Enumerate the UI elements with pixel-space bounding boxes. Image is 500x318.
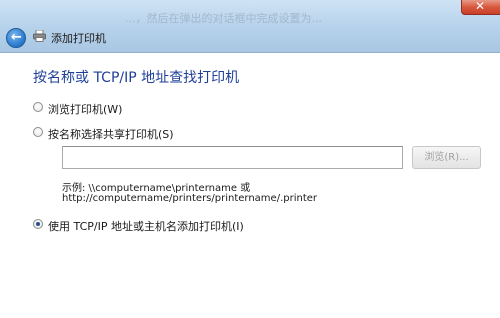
browse-printer-label[interactable]: 浏览打印机(W): [48, 101, 122, 117]
wizard-content: 按名称或 TCP/IP 地址查找打印机 浏览打印机(W) 按名称选择共享打印机(…: [0, 53, 500, 318]
title-bar: ...，然后在弹出的对话框中完成设置为... ✕ ← 添加打印机: [0, 0, 500, 53]
example-text-line2: http://computername/printers/printername…: [62, 193, 318, 204]
close-icon: ✕: [475, 0, 486, 13]
back-button[interactable]: ←: [6, 28, 26, 48]
close-button[interactable]: ✕: [461, 0, 500, 15]
shared-printer-name-input[interactable]: [62, 146, 403, 169]
printer-icon: [33, 30, 46, 42]
shared-printer-label[interactable]: 按名称选择共享打印机(S): [48, 126, 174, 142]
example-text-line1: 示例: \\computername\printername 或: [62, 183, 251, 194]
tcpip-label[interactable]: 使用 TCP/IP 地址或主机名添加打印机(I): [48, 218, 244, 234]
page-heading: 按名称或 TCP/IP 地址查找打印机: [33, 70, 240, 86]
browse-button[interactable]: 浏览(R)...: [412, 146, 481, 169]
browse-printer-radio[interactable]: [33, 102, 43, 112]
background-window-text: ...，然后在弹出的对话框中完成设置为...: [125, 12, 322, 25]
window-title: 添加打印机: [51, 32, 106, 45]
tcpip-radio[interactable]: [33, 219, 43, 229]
shared-printer-radio[interactable]: [33, 127, 43, 137]
back-arrow-icon: ←: [11, 30, 22, 45]
